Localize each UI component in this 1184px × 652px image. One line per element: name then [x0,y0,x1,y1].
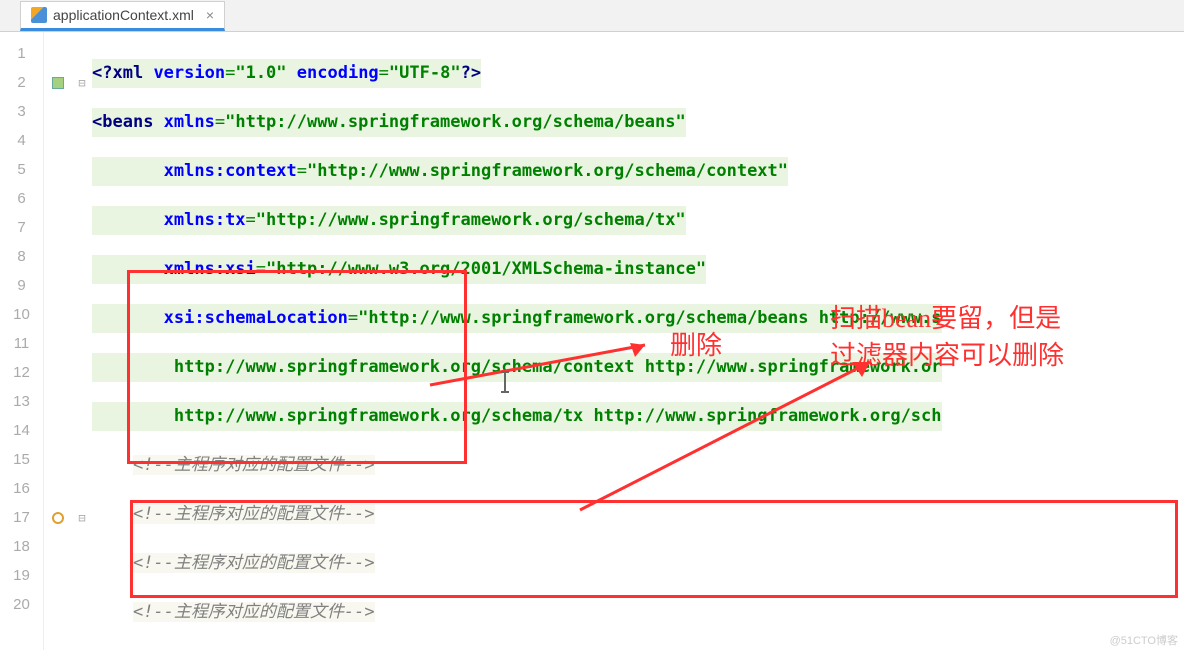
code-area[interactable]: <?xml version="1.0" encoding="UTF-8"?> <… [92,32,1184,650]
fold-gutter: ⊟ ⊟ [72,32,92,650]
tab-title: applicationContext.xml [53,7,194,23]
bean-icon [52,77,64,89]
fold-icon[interactable]: ⊟ [72,503,92,532]
close-icon[interactable]: × [206,7,214,23]
fold-icon[interactable]: ⊟ [72,68,92,97]
tab-bar: applicationContext.xml × [0,0,1184,32]
file-tab[interactable]: applicationContext.xml × [20,1,225,31]
line-numbers: 1234 5678 9101112 13141516 17181920 [0,32,44,650]
text-cursor [504,373,506,391]
scan-icon [52,512,64,524]
watermark: @51CTO博客 [1110,632,1178,648]
code-editor[interactable]: 1234 5678 9101112 13141516 17181920 ⊟ ⊟ … [0,32,1184,650]
xml-file-icon [31,7,47,23]
gutter-marks [44,32,72,650]
